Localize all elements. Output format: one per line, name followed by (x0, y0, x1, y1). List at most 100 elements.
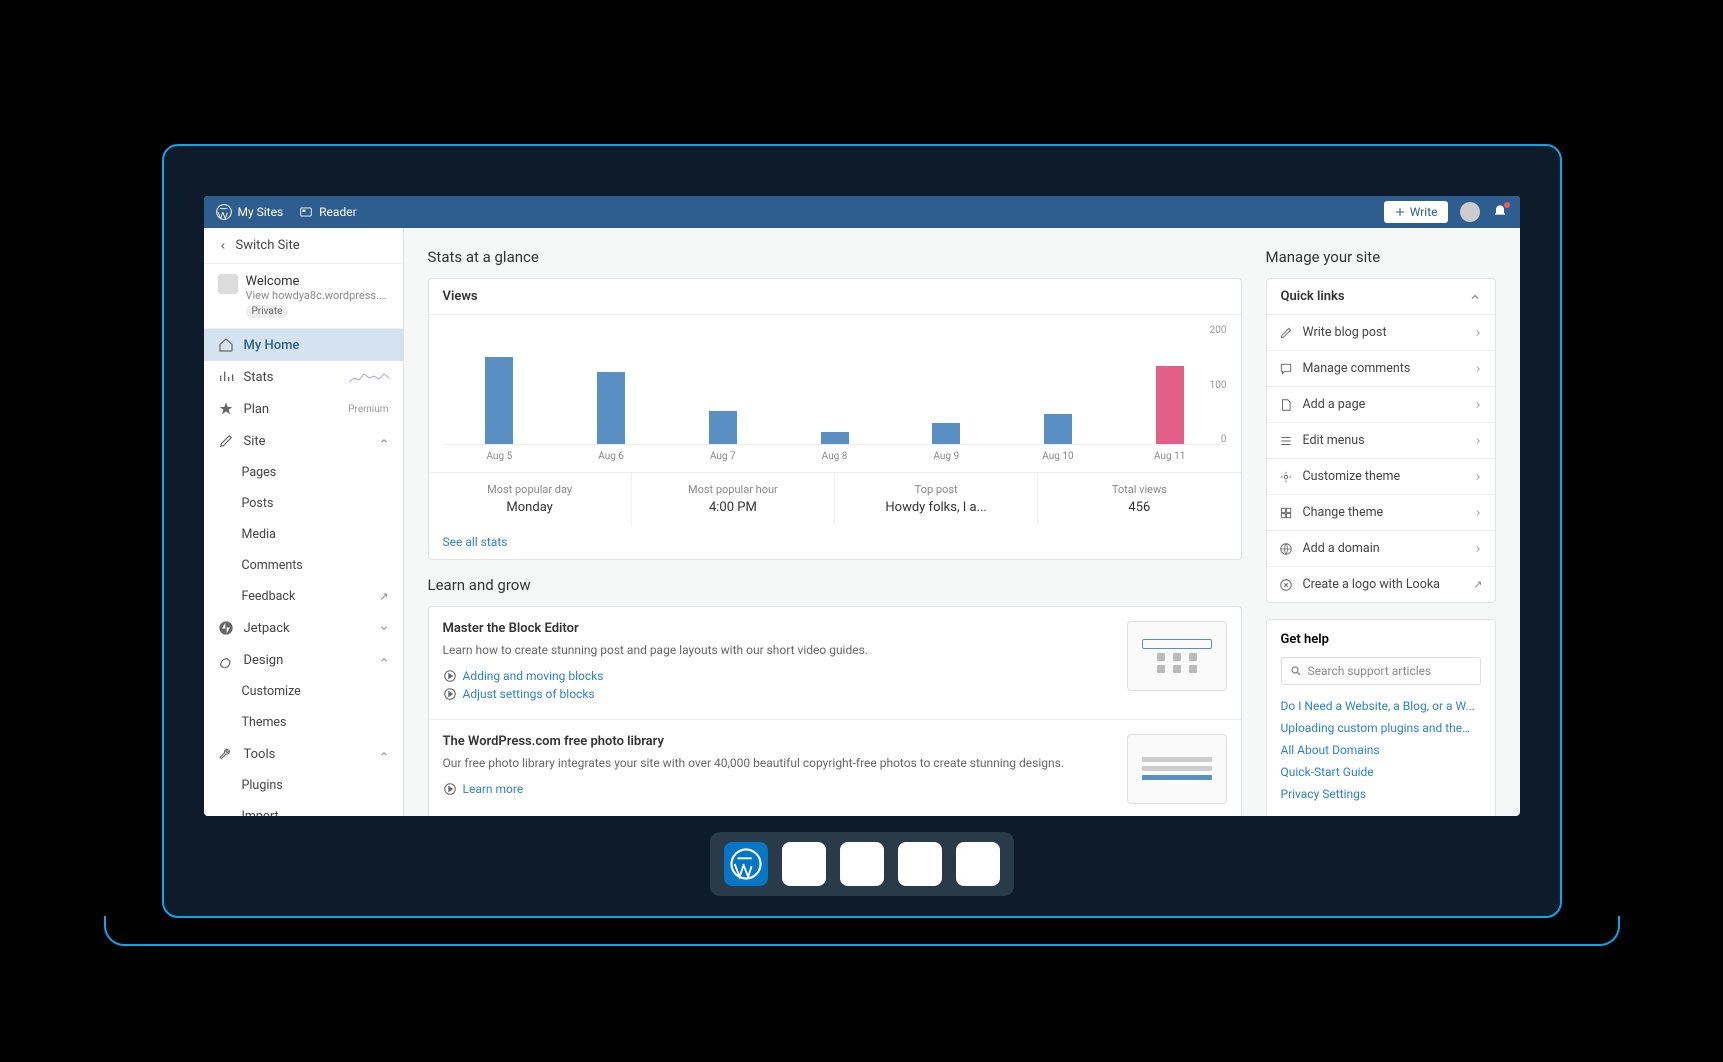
learn-link[interactable]: Adding and moving blocks (443, 669, 1113, 683)
stat-value: Howdy folks, I a... (841, 500, 1031, 515)
menu-icon (1279, 434, 1293, 448)
site-header[interactable]: Welcome View howdya8c.wordpress.com Priv… (204, 264, 403, 329)
quick-link-customize-theme[interactable]: Customize theme (1267, 459, 1495, 495)
sidebar-item-customize[interactable]: Customize (204, 676, 403, 707)
theme-icon (1279, 506, 1293, 520)
my-sites-link[interactable]: My Sites (216, 204, 284, 220)
views-chart: 2001000 Aug 5Aug 6Aug 7Aug 8Aug 9Aug 10A… (429, 315, 1241, 472)
sidebar-item-themes[interactable]: Themes (204, 707, 403, 738)
chevron-up-icon[interactable] (1469, 291, 1481, 303)
external-icon: ↗ (1473, 578, 1482, 591)
sidebar-item-import[interactable]: Import (204, 801, 403, 816)
reader-link[interactable]: Reader (299, 205, 356, 219)
learn-item-title: Master the Block Editor (443, 621, 1113, 636)
sidebar-item-plugins[interactable]: Plugins (204, 770, 403, 801)
sidebar-item-jetpack[interactable]: Jetpack (204, 612, 403, 644)
dock-app[interactable] (782, 842, 826, 886)
edit-icon (1279, 326, 1293, 340)
chart-bar[interactable] (1156, 366, 1184, 444)
write-button[interactable]: Write (1384, 201, 1448, 223)
switch-site-link[interactable]: Switch Site (204, 228, 403, 264)
avatar[interactable] (1460, 202, 1480, 222)
sidebar-item-site[interactable]: Site (204, 425, 403, 457)
notifications-button[interactable] (1492, 204, 1508, 220)
quick-link-write-blog-post[interactable]: Write blog post (1267, 315, 1495, 351)
stats-icon (218, 369, 234, 385)
quick-link-edit-menus[interactable]: Edit menus (1267, 423, 1495, 459)
help-link[interactable]: Quick-Start Guide (1281, 761, 1481, 783)
sidebar-item-media[interactable]: Media (204, 519, 403, 550)
sparkline-icon (349, 370, 389, 384)
star-icon (218, 401, 234, 417)
learn-card: Master the Block Editor Learn how to crea… (428, 606, 1242, 816)
quick-link-manage-comments[interactable]: Manage comments (1267, 351, 1495, 387)
chart-bar[interactable] (485, 357, 513, 444)
dock-app[interactable] (840, 842, 884, 886)
sidebar-item-label: My Home (244, 338, 389, 353)
chevron-right-icon (1473, 508, 1483, 518)
sidebar-item-comments[interactable]: Comments (204, 550, 403, 581)
app-screen: My Sites Reader Write (204, 196, 1520, 816)
quick-link-add-a-page[interactable]: Add a page (1267, 387, 1495, 423)
quick-link-add-a-domain[interactable]: Add a domain (1267, 531, 1495, 567)
quick-link-change-theme[interactable]: Change theme (1267, 495, 1495, 531)
sidebar-item-my-home[interactable]: My Home (204, 329, 403, 361)
chart-label: Aug 10 (1011, 451, 1105, 462)
quick-link-create-a-logo-with-looka[interactable]: Create a logo with Looka↗ (1267, 567, 1495, 602)
stat-label: Total views (1044, 483, 1234, 496)
dock-app[interactable] (956, 842, 1000, 886)
sidebar-item-label: Import (242, 809, 389, 816)
reader-label: Reader (319, 205, 356, 219)
sidebar-item-plan[interactable]: PlanPremium (204, 393, 403, 425)
chevron-right-icon (1473, 400, 1483, 410)
stat-value: 456 (1044, 500, 1234, 515)
stat-label: Top post (841, 483, 1031, 496)
chart-bar[interactable] (932, 423, 960, 444)
wordpress-icon (216, 204, 232, 220)
looka-icon (1279, 578, 1293, 592)
sidebar-item-stats[interactable]: Stats (204, 361, 403, 393)
chart-label: Aug 7 (676, 451, 770, 462)
sidebar-item-tools[interactable]: Tools (204, 738, 403, 770)
help-link[interactable]: All About Domains (1281, 739, 1481, 761)
chart-bar[interactable] (597, 372, 625, 444)
see-all-stats-link[interactable]: See all stats (429, 525, 1241, 559)
chevron-right-icon (1473, 544, 1483, 554)
chevron-up-icon (379, 436, 389, 446)
sidebar-item-label: Media (242, 527, 389, 542)
jetpack-icon (218, 620, 234, 636)
sidebar-item-label: Themes (242, 715, 389, 730)
sidebar-item-pages[interactable]: Pages (204, 457, 403, 488)
sidebar-item-feedback[interactable]: Feedback↗ (204, 581, 403, 612)
search-placeholder: Search support articles (1308, 664, 1432, 678)
learn-item-desc: Learn how to create stunning post and pa… (443, 642, 1113, 659)
chart-bar[interactable] (709, 411, 737, 444)
chevron-right-icon (1473, 436, 1483, 446)
search-icon (1290, 665, 1302, 677)
chart-bar[interactable] (821, 432, 849, 444)
quick-link-label: Manage comments (1303, 361, 1463, 376)
chart-label: Aug 9 (899, 451, 993, 462)
sidebar-item-label: Comments (242, 558, 389, 573)
sidebar-item-label: Design (244, 653, 369, 668)
sidebar: Switch Site Welcome View howdya8c.wordpr… (204, 228, 404, 816)
help-link[interactable]: Privacy Settings (1281, 783, 1481, 805)
sidebar-item-posts[interactable]: Posts (204, 488, 403, 519)
learn-link[interactable]: Adjust settings of blocks (443, 687, 1113, 701)
sidebar-item-design[interactable]: Design (204, 644, 403, 676)
reader-icon (299, 205, 313, 219)
help-link[interactable]: Uploading custom plugins and them... (1281, 717, 1481, 739)
site-url: View howdya8c.wordpress.com (246, 289, 389, 302)
private-badge: Private (246, 305, 289, 318)
play-icon (443, 782, 457, 796)
dock-wordpress-app[interactable] (724, 842, 768, 886)
my-sites-label: My Sites (238, 205, 284, 219)
help-link[interactable]: Do I Need a Website, a Blog, or a W... (1281, 695, 1481, 717)
search-input[interactable]: Search support articles (1281, 657, 1481, 685)
dock-app[interactable] (898, 842, 942, 886)
chart-bar[interactable] (1044, 414, 1072, 444)
sidebar-item-label: Posts (242, 496, 389, 511)
switch-site-label: Switch Site (236, 238, 300, 253)
learn-link[interactable]: Learn more (443, 782, 1113, 796)
help-title: Get help (1281, 632, 1481, 647)
